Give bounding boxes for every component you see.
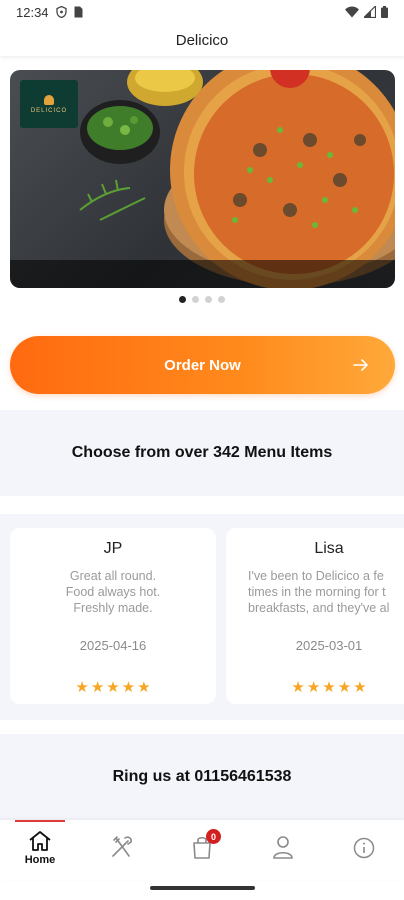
logo-text: DELICICO xyxy=(30,107,68,114)
review-line: times in the morning for t xyxy=(248,585,386,599)
battery-icon xyxy=(381,6,388,18)
signal-icon xyxy=(364,6,376,18)
nav-cart[interactable]: 0 xyxy=(172,820,232,880)
star-icon: ★ xyxy=(306,679,321,696)
star-icon: ★ xyxy=(90,679,105,696)
star-icon: ★ xyxy=(137,679,151,696)
promo-carousel[interactable]: DELICICO xyxy=(10,70,395,288)
status-time: 12:34 xyxy=(16,4,49,20)
bottom-navigation: Home 0 xyxy=(0,820,404,880)
review-line: breakfasts, and they've al xyxy=(248,601,390,615)
app-bar: Delicico xyxy=(0,24,404,56)
carousel-dot[interactable] xyxy=(179,296,186,303)
reviewer-name: JP xyxy=(103,540,123,557)
menu-utensils-icon xyxy=(112,836,132,857)
cart-count-badge: 0 xyxy=(206,829,221,844)
nav-menu[interactable] xyxy=(92,820,152,880)
reviewer-name: Lisa xyxy=(314,540,344,557)
arrow-right-icon xyxy=(353,359,368,371)
star-icon: ★ xyxy=(75,679,89,696)
star-rating: ★ ★ ★ ★ ★ xyxy=(10,678,216,696)
star-icon: ★ xyxy=(337,679,352,696)
star-icon: ★ xyxy=(353,679,367,696)
nav-account[interactable] xyxy=(253,820,313,880)
carousel-dot[interactable] xyxy=(192,296,199,303)
review-card[interactable]: Lisa I've been to Delicico a fe times in… xyxy=(226,528,404,704)
review-text: Great all round. Food always hot. Freshl… xyxy=(10,568,216,616)
app-title: Delicico xyxy=(175,31,229,49)
home-icon xyxy=(29,831,51,851)
sim-card-icon xyxy=(74,6,83,18)
review-date: 2025-04-16 xyxy=(79,638,147,653)
review-date: 2025-03-01 xyxy=(295,638,363,653)
star-rating: ★ ★ ★ ★ ★ xyxy=(226,678,404,696)
nav-home[interactable]: Home xyxy=(10,820,70,880)
review-line: I've been to Delicico a fe xyxy=(248,569,384,583)
carousel-dot[interactable] xyxy=(218,296,225,303)
carousel-dot[interactable] xyxy=(205,296,212,303)
account-icon xyxy=(273,836,293,859)
review-card[interactable]: JP Great all round. Food always hot. Fre… xyxy=(10,528,216,704)
star-icon: ★ xyxy=(121,679,136,696)
menu-items-headline: Choose from over 342 Menu Items xyxy=(71,444,333,461)
phone-text: Ring us at 01156461538 xyxy=(112,768,292,785)
carousel-shade xyxy=(10,260,395,288)
review-line: Freshly made. xyxy=(73,601,153,615)
info-icon xyxy=(353,837,375,859)
star-icon: ★ xyxy=(322,679,336,696)
status-bar: 12:34 xyxy=(0,0,404,24)
wifi-icon xyxy=(345,6,359,18)
star-icon: ★ xyxy=(291,679,305,696)
nav-info[interactable] xyxy=(334,820,394,880)
review-line: Great all round. xyxy=(69,569,157,583)
order-now-label: Order Now xyxy=(164,356,241,374)
review-line: Food always hot. xyxy=(65,585,161,599)
nav-home-label: Home xyxy=(24,854,56,866)
review-text: I've been to Delicico a fe times in the … xyxy=(226,568,404,616)
phone-banner[interactable]: Ring us at 01156461538 xyxy=(0,734,404,820)
chef-icon xyxy=(44,94,54,105)
star-icon: ★ xyxy=(106,679,120,696)
gesture-bar[interactable] xyxy=(150,886,255,890)
reviews-carousel[interactable]: JP Great all round. Food always hot. Fre… xyxy=(0,514,404,720)
carousel-indicator xyxy=(0,296,404,303)
delicico-logo: DELICICO xyxy=(20,80,78,128)
menu-items-banner[interactable]: Choose from over 342 Menu Items xyxy=(0,410,404,496)
shield-status-icon xyxy=(55,6,67,18)
order-now-button[interactable]: Order Now xyxy=(10,336,395,394)
